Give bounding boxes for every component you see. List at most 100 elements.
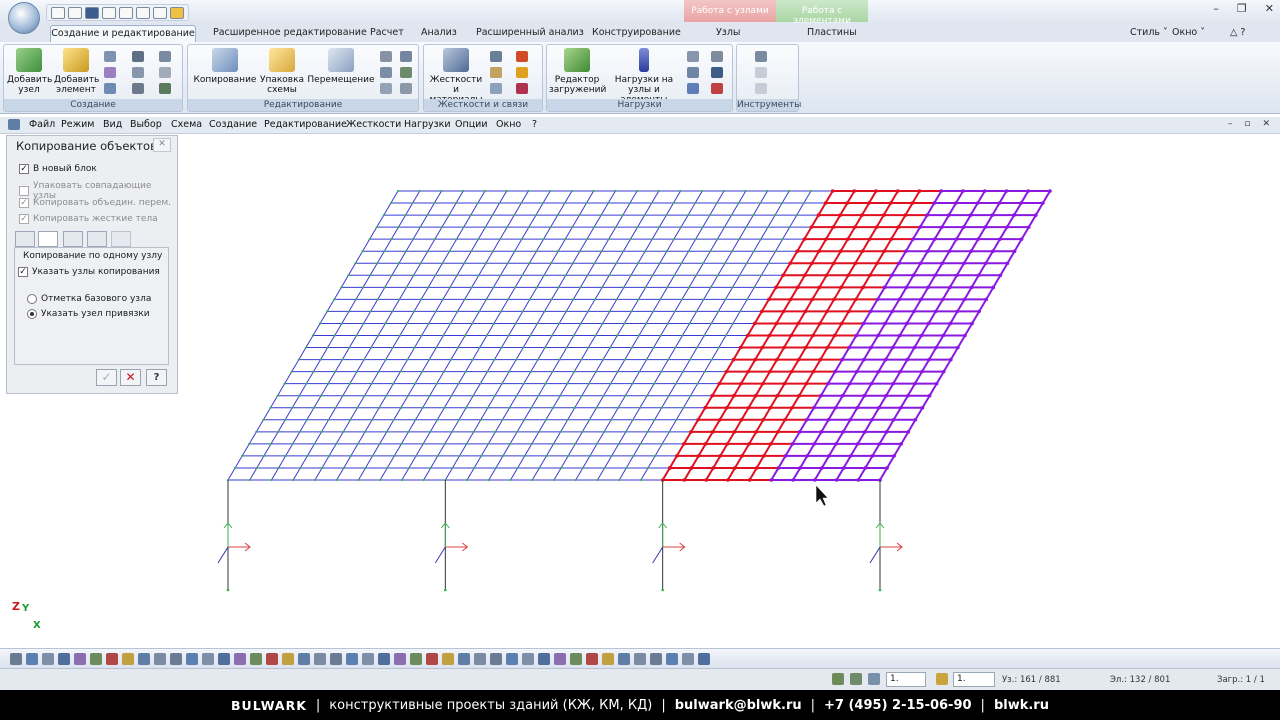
toolbar-tool-icon[interactable] xyxy=(698,653,710,665)
save-icon[interactable] xyxy=(85,6,99,19)
tab-ext-edit[interactable]: Расширенное редактирование xyxy=(213,27,367,38)
toolbar-tool-icon[interactable] xyxy=(394,653,406,665)
menu-help[interactable]: ? xyxy=(532,119,537,130)
toolbar-tool-icon[interactable] xyxy=(650,653,662,665)
create-tool-9-icon[interactable] xyxy=(159,83,171,94)
context-tab-elements[interactable]: Работа с элементами xyxy=(776,0,868,26)
toolbar-tool-icon[interactable] xyxy=(298,653,310,665)
mdi-close-icon[interactable]: ✕ xyxy=(1262,119,1270,129)
close-icon[interactable]: ✕ xyxy=(1265,2,1274,15)
copy-mode-tab-5[interactable] xyxy=(111,231,131,247)
edit-tool-6-icon[interactable] xyxy=(400,83,412,94)
cancel-button[interactable]: ✕ xyxy=(120,369,141,386)
redo-icon[interactable] xyxy=(119,6,133,19)
context-tab-nodes[interactable]: Работа с узлами xyxy=(684,0,776,22)
stiffness-materials-button[interactable]: Жесткости и материалы xyxy=(426,48,486,105)
toolbar-tool-icon[interactable] xyxy=(74,653,86,665)
toolbar-tool-icon[interactable] xyxy=(202,653,214,665)
toolbar-tool-icon[interactable] xyxy=(490,653,502,665)
tab-analysis[interactable]: Анализ xyxy=(421,27,457,38)
tools-3-icon[interactable] xyxy=(755,83,767,94)
menu-mode[interactable]: Режим xyxy=(61,119,94,130)
toolbar-tool-icon[interactable] xyxy=(122,653,134,665)
toolbar-tool-icon[interactable] xyxy=(234,653,246,665)
copy-mode-tab-3[interactable] xyxy=(63,231,83,247)
panel-close-button[interactable]: ✕ xyxy=(153,138,171,152)
create-tool-2-icon[interactable] xyxy=(104,67,116,78)
panel-help-button[interactable]: ? xyxy=(146,369,167,386)
toolbar-tool-icon[interactable] xyxy=(154,653,166,665)
create-tool-6-icon[interactable] xyxy=(132,83,144,94)
edit-tool-4-icon[interactable] xyxy=(400,51,412,62)
menu-create[interactable]: Создание xyxy=(209,119,257,130)
toolbar-tool-icon[interactable] xyxy=(346,653,358,665)
stiffness-tool-1-icon[interactable] xyxy=(490,51,502,62)
status-filter-icon[interactable] xyxy=(832,673,844,685)
tab-nodes[interactable]: Узлы xyxy=(716,27,740,38)
anchor-node-radio[interactable]: Указать узел привязки xyxy=(27,309,150,319)
menu-loads[interactable]: Нагрузки xyxy=(404,119,451,130)
toolbar-tool-icon[interactable] xyxy=(586,653,598,665)
toolbar-tool-icon[interactable] xyxy=(90,653,102,665)
toolbar-tool-icon[interactable] xyxy=(410,653,422,665)
edit-tool-5-icon[interactable] xyxy=(400,67,412,78)
edit-tool-3-icon[interactable] xyxy=(380,83,392,94)
minimize-icon[interactable]: – xyxy=(1213,2,1219,15)
tab-calc[interactable]: Расчет xyxy=(370,27,404,38)
edit-tool-1-icon[interactable] xyxy=(380,51,392,62)
stiffness-tool-6-icon[interactable] xyxy=(516,83,528,94)
toolbar-tool-icon[interactable] xyxy=(522,653,534,665)
mdi-restore-icon[interactable]: ▫ xyxy=(1244,119,1250,129)
stiffness-tool-3-icon[interactable] xyxy=(490,83,502,94)
create-tool-5-icon[interactable] xyxy=(132,67,144,78)
loads-tool-1-icon[interactable] xyxy=(687,51,699,62)
toolbar-tool-icon[interactable] xyxy=(634,653,646,665)
toolbar-tool-icon[interactable] xyxy=(266,653,278,665)
tab-ext-analysis[interactable]: Расширенный анализ xyxy=(476,27,584,38)
menu-view[interactable]: Вид xyxy=(103,119,122,130)
copy-mode-tab-1[interactable] xyxy=(15,231,35,247)
tab-plates[interactable]: Пластины xyxy=(807,27,857,38)
toolbar-tool-icon[interactable] xyxy=(554,653,566,665)
create-tool-4-icon[interactable] xyxy=(132,51,144,62)
create-tool-3-icon[interactable] xyxy=(104,83,116,94)
toolbar-tool-icon[interactable] xyxy=(442,653,454,665)
toolbar-tool-icon[interactable] xyxy=(538,653,550,665)
stiffness-tool-2-icon[interactable] xyxy=(490,67,502,78)
add-element-button[interactable]: Добавить элемент xyxy=(54,48,99,95)
status-pencil-icon[interactable] xyxy=(936,673,948,685)
loads-tool-5-icon[interactable] xyxy=(711,67,723,78)
model-viewport[interactable] xyxy=(178,135,1280,647)
create-tool-1-icon[interactable] xyxy=(104,51,116,62)
new-file-icon[interactable] xyxy=(51,6,65,19)
window-menu[interactable]: Окно ˅ xyxy=(1172,27,1205,38)
doc-icon[interactable] xyxy=(8,119,20,130)
menu-scheme[interactable]: Схема xyxy=(171,119,202,130)
loads-tool-4-icon[interactable] xyxy=(711,51,723,62)
open-file-icon[interactable] xyxy=(68,6,82,19)
move-button[interactable]: Перемещение xyxy=(306,48,376,85)
loads-tool-2-icon[interactable] xyxy=(687,67,699,78)
toolbar-tool-icon[interactable] xyxy=(218,653,230,665)
copy-button[interactable]: Копирование xyxy=(192,48,258,85)
specify-nodes-checkbox[interactable]: ✓ Указать узлы копирования xyxy=(18,267,160,277)
tools-2-icon[interactable] xyxy=(755,67,767,78)
toolbar-tool-icon[interactable] xyxy=(186,653,198,665)
toolbar-tool-icon[interactable] xyxy=(474,653,486,665)
menu-options[interactable]: Опции xyxy=(455,119,488,130)
toolbar-tool-icon[interactable] xyxy=(138,653,150,665)
toolbar-tool-icon[interactable] xyxy=(602,653,614,665)
status-field-1[interactable]: 1. xyxy=(886,672,926,687)
options-icon[interactable] xyxy=(170,6,184,19)
toolbar-tool-icon[interactable] xyxy=(458,653,470,665)
toolbar-tool-icon[interactable] xyxy=(250,653,262,665)
style-menu[interactable]: Стиль ˅ xyxy=(1130,27,1168,38)
tab-create-edit[interactable]: Создание и редактирование xyxy=(50,25,196,42)
add-node-button[interactable]: Добавить узел xyxy=(7,48,52,95)
loads-tool-6-icon[interactable] xyxy=(711,83,723,94)
toolbar-tool-icon[interactable] xyxy=(314,653,326,665)
node-element-loads-button[interactable]: Нагрузки на узлы и элементы xyxy=(605,48,683,105)
apply-button[interactable]: ✓ xyxy=(96,369,117,386)
stiffness-tool-4-icon[interactable] xyxy=(516,51,528,62)
print-icon[interactable] xyxy=(153,6,167,19)
